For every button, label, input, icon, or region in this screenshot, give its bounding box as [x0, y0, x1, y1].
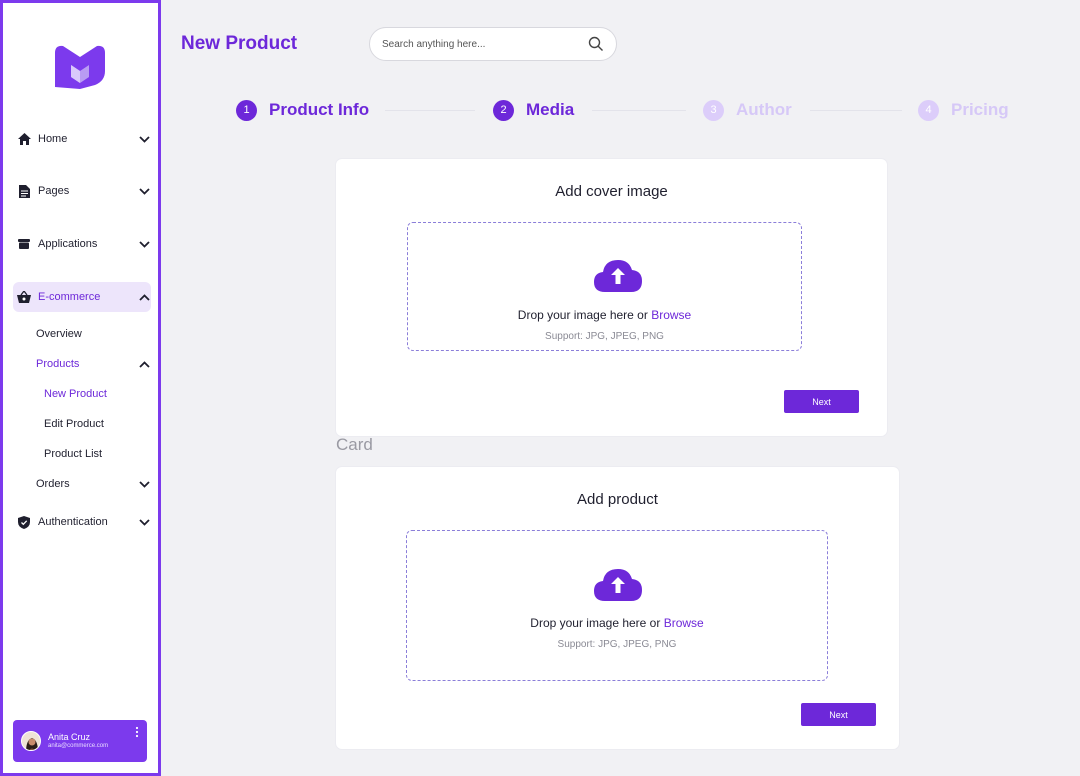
- step-connector: [810, 110, 902, 111]
- cover-image-card: Add cover image Drop your image here or …: [336, 159, 887, 436]
- user-info: Anita Cruz anita@commerce.com: [48, 732, 108, 751]
- step-product-info[interactable]: 1 Product Info: [236, 99, 369, 121]
- dropzone-text: Drop your image here or Browse: [517, 308, 692, 322]
- sidebar-item-label: Home: [38, 133, 68, 145]
- search-bar[interactable]: [369, 27, 617, 61]
- supported-formats: Support: JPG, JPEG, PNG: [557, 639, 677, 650]
- sidebar-item-label: Applications: [38, 238, 98, 250]
- chevron-down-icon[interactable]: [137, 237, 151, 251]
- user-email: anita@commerce.com: [48, 742, 109, 749]
- sidebar-subitem-label: Products: [36, 358, 80, 370]
- image-dropzone[interactable]: Drop your image here or Browse Support: …: [407, 222, 802, 351]
- user-profile-card[interactable]: Anita Cruz anita@commerce.com: [13, 720, 147, 762]
- step-label: Author: [736, 100, 792, 119]
- chevron-up-icon[interactable]: [137, 360, 151, 368]
- home-icon: [16, 131, 32, 147]
- cloud-upload-icon: [594, 569, 642, 601]
- user-name: Anita Cruz: [48, 731, 91, 742]
- step-label: Pricing: [951, 100, 1009, 119]
- supported-formats: Support: JPG, JPEG, PNG: [545, 331, 664, 342]
- image-dropzone[interactable]: Drop your image here or Browse Support: …: [406, 530, 828, 681]
- sidebar-subitem-new-product[interactable]: New Product: [44, 386, 107, 402]
- chevron-down-icon[interactable]: [137, 132, 151, 146]
- sidebar-item-home[interactable]: Home: [13, 124, 151, 154]
- step-connector: [592, 110, 686, 111]
- browse-link[interactable]: Browse: [651, 308, 691, 322]
- search-icon[interactable]: [588, 36, 604, 52]
- step-media[interactable]: 2 Media: [493, 99, 574, 121]
- sidebar-item-applications[interactable]: Applications: [13, 229, 151, 259]
- step-connector: [385, 110, 475, 111]
- step-author[interactable]: 3 Author: [703, 99, 792, 121]
- step-label: Media: [526, 100, 575, 119]
- step-number: 1: [236, 99, 257, 121]
- chevron-down-icon[interactable]: [137, 184, 151, 198]
- document-icon: [16, 183, 32, 199]
- card-title: Add cover image: [555, 183, 668, 200]
- step-label: Product Info: [269, 100, 370, 119]
- avatar: [21, 731, 41, 751]
- sidebar-subitem-label: Orders: [36, 478, 70, 490]
- step-pricing[interactable]: 4 Pricing: [918, 99, 1009, 121]
- shield-check-icon: [16, 514, 32, 530]
- step-number: 3: [703, 99, 724, 121]
- sidebar-item-label: Authentication: [38, 516, 108, 528]
- sidebar-item-authentication[interactable]: Authentication: [13, 507, 151, 537]
- next-button[interactable]: Next: [801, 703, 876, 726]
- cloud-upload-icon: [594, 260, 642, 292]
- card-section-label: Card: [336, 435, 373, 454]
- chevron-down-icon[interactable]: [137, 480, 151, 488]
- product-image-card: Add product Drop your image here or Brow…: [336, 467, 899, 749]
- sidebar: Home Pages Applications E-commerce Overv…: [0, 0, 161, 776]
- sidebar-subitem-label: Overview: [36, 328, 82, 340]
- sidebar-subitem-product-list[interactable]: Product List: [44, 446, 102, 462]
- sidebar-item-label: Pages: [38, 185, 70, 197]
- sidebar-item-ecommerce[interactable]: E-commerce: [13, 282, 151, 312]
- chevron-down-icon[interactable]: [137, 515, 151, 529]
- sidebar-subitem-overview[interactable]: Overview: [36, 326, 151, 342]
- brand-logo-icon[interactable]: [49, 43, 111, 89]
- search-input[interactable]: [382, 38, 588, 50]
- sidebar-item-pages[interactable]: Pages: [13, 176, 151, 206]
- page-title: New Product: [181, 33, 298, 54]
- dropzone-text: Drop your image here or Browse: [530, 616, 704, 630]
- next-button[interactable]: Next: [784, 390, 859, 413]
- sidebar-subitem-products[interactable]: Products: [36, 356, 151, 372]
- chevron-up-icon[interactable]: [137, 290, 151, 304]
- shopping-basket-icon: [16, 289, 32, 305]
- browse-link[interactable]: Browse: [664, 616, 704, 630]
- sidebar-subitem-orders[interactable]: Orders: [36, 476, 151, 492]
- step-number: 4: [918, 99, 939, 121]
- step-number: 2: [493, 99, 514, 121]
- more-vertical-icon[interactable]: [135, 726, 139, 738]
- card-title: Add product: [577, 491, 658, 508]
- archive-icon: [16, 236, 32, 252]
- sidebar-item-label: E-commerce: [38, 291, 101, 303]
- sidebar-subitem-edit-product[interactable]: Edit Product: [44, 416, 104, 432]
